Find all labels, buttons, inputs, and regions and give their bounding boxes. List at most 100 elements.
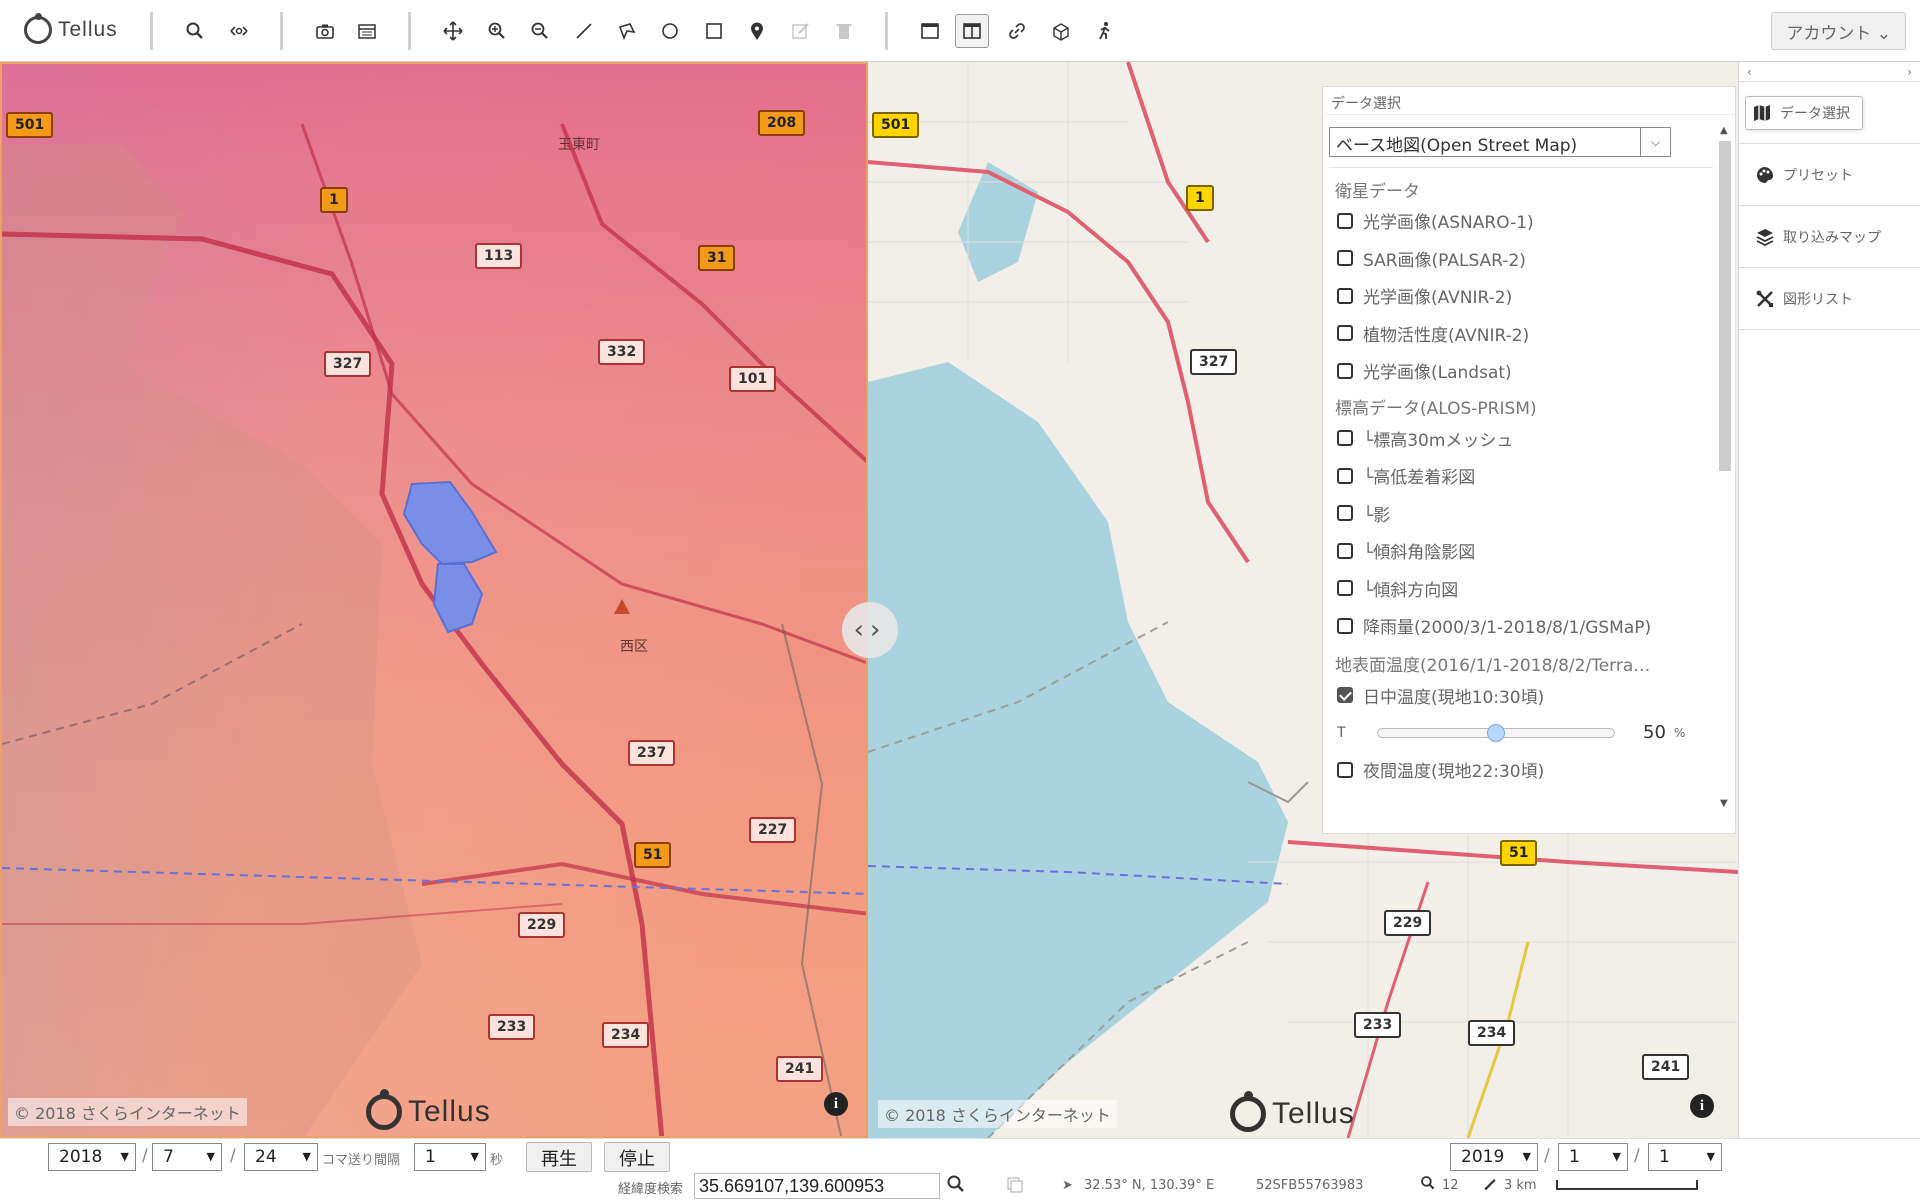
slider-knob[interactable] [1487, 723, 1505, 742]
right-year-select[interactable]: 2019 [1450, 1143, 1538, 1171]
draw-line-icon[interactable] [567, 14, 601, 48]
route-shield: 234 [602, 1022, 650, 1048]
opacity-unit: % [1673, 725, 1686, 740]
interval-select[interactable]: 1 [414, 1143, 486, 1171]
layer-checkbox-row[interactable]: 降雨量(2000/3/1-2018/8/1/GSMaP) [1329, 607, 1713, 645]
layer-label: 光学画像(Landsat) [1363, 363, 1512, 384]
street-view-icon[interactable] [1088, 14, 1122, 48]
checkbox[interactable] [1337, 505, 1353, 522]
layer-checkbox-row[interactable]: └傾斜方向図 [1329, 570, 1713, 608]
draw-polygon-icon[interactable] [610, 14, 644, 48]
left-map-canvas[interactable] [2, 64, 868, 1138]
right-month-select[interactable]: 1 [1558, 1143, 1628, 1171]
chevron-left-icon[interactable]: ‹ [1747, 65, 1752, 79]
split-view-icon[interactable] [955, 14, 989, 48]
sidebar-item-imported-maps[interactable]: 取り込みマップ [1739, 206, 1920, 268]
layer-label: 日中温度(現地10:30頃) [1363, 687, 1545, 708]
play-button[interactable]: 再生 [526, 1142, 592, 1172]
interval-unit: 秒 [490, 1153, 504, 1168]
route-shield: 241 [1642, 1054, 1690, 1080]
layer-checkbox-row[interactable]: SAR画像(PALSAR-2) [1329, 240, 1713, 278]
status-bar: 経緯度検索 ➤ 32.53° N, 130.39° E 52SFB5576398… [0, 1172, 1920, 1200]
tellus-logo[interactable]: Tellus [24, 13, 118, 46]
layer-label: └傾斜方向図 [1363, 580, 1459, 601]
panel-scrollbar[interactable]: ▲ ▼ [1717, 125, 1733, 809]
copy-icon[interactable] [1006, 1176, 1024, 1198]
left-year-select[interactable]: 2018 [48, 1143, 136, 1171]
layer-checkbox-row[interactable]: └傾斜角陰影図 [1329, 532, 1713, 570]
checkbox-checked[interactable] [1337, 687, 1353, 704]
right-day-select[interactable]: 1 [1648, 1143, 1722, 1171]
watermark-text: Tellus [408, 1095, 491, 1128]
info-icon[interactable]: i [1690, 1094, 1714, 1118]
layer-checkbox-row[interactable]: └高低差着彩図 [1329, 457, 1713, 495]
sidebar-item-shape-list[interactable]: 図形リスト [1739, 268, 1920, 330]
place-label: 玉東町 [558, 137, 600, 153]
checkbox[interactable] [1337, 250, 1353, 267]
checkbox[interactable] [1337, 325, 1353, 342]
account-button[interactable]: アカウント ⌄ [1771, 12, 1906, 50]
left-month-select[interactable]: 7 [152, 1143, 222, 1171]
checkbox[interactable] [1337, 580, 1353, 597]
layer-checkbox-row[interactable]: 光学画像(ASNARO-1) [1329, 202, 1713, 240]
layer-label: 植物活性度(AVNIR-2) [1363, 325, 1530, 346]
coord-search-input[interactable] [694, 1173, 940, 1199]
sidebar-item-data-select[interactable]: データ選択 [1739, 82, 1920, 144]
opacity-slider[interactable] [1377, 723, 1615, 742]
checkbox[interactable] [1337, 287, 1353, 304]
stop-button[interactable]: 停止 [604, 1142, 670, 1172]
scroll-thumb[interactable] [1719, 141, 1731, 471]
split-divider-handle[interactable]: ‹› [842, 602, 898, 658]
draw-rectangle-icon[interactable] [697, 14, 731, 48]
trash-icon[interactable] [827, 14, 861, 48]
checkbox[interactable] [1337, 362, 1353, 379]
route-shield: 31 [698, 245, 736, 271]
3d-view-icon[interactable] [1044, 14, 1078, 48]
layer-checkbox-row[interactable]: 夜間温度(現地22:30頃) [1329, 751, 1713, 789]
link-icon[interactable] [1000, 14, 1034, 48]
left-day-select[interactable]: 24 [244, 1143, 318, 1171]
checkbox[interactable] [1337, 467, 1353, 484]
route-shield: 208 [758, 110, 806, 136]
marker-pin-icon[interactable] [740, 14, 774, 48]
checkbox[interactable] [1337, 212, 1353, 229]
category-satellite: 衛星データ [1335, 182, 1420, 202]
checkbox[interactable] [1337, 430, 1353, 447]
info-icon[interactable]: i [824, 1092, 848, 1116]
zoom-icon [1420, 1175, 1436, 1195]
swap-view-icon[interactable] [222, 14, 256, 48]
route-shield: 113 [475, 243, 523, 269]
layer-checkbox-row[interactable]: 植物活性度(AVNIR-2) [1329, 315, 1713, 353]
draw-circle-icon[interactable] [653, 14, 687, 48]
zoom-level: 12 [1442, 1178, 1459, 1193]
layer-checkbox-row[interactable]: 日中温度(現地10:30頃) [1329, 677, 1713, 715]
checkbox[interactable] [1337, 761, 1353, 778]
mgrs-code: 52SFB55763983 [1256, 1178, 1364, 1193]
left-map-panel[interactable]: 501 208 1 113 31 327 332 101 237 227 51 … [0, 62, 868, 1138]
route-shield: 327 [324, 351, 372, 377]
single-view-icon[interactable] [913, 14, 947, 48]
zoom-out-icon[interactable] [523, 14, 557, 48]
layer-checkbox-row[interactable]: 光学画像(AVNIR-2) [1329, 277, 1713, 315]
pan-move-icon[interactable] [436, 14, 470, 48]
scroll-up-icon[interactable]: ▲ [1720, 125, 1728, 136]
search-icon[interactable] [946, 1174, 966, 1198]
camera-icon[interactable] [308, 14, 342, 48]
calendar-icon[interactable] [350, 14, 384, 48]
zoom-in-icon[interactable] [480, 14, 514, 48]
layer-checkbox-row[interactable]: └標高30mメッシュ [1329, 420, 1713, 458]
sidebar-collapse-bar[interactable]: ‹ › [1739, 62, 1920, 82]
edit-shape-icon[interactable] [784, 14, 818, 48]
scroll-down-icon[interactable]: ▼ [1720, 798, 1728, 809]
palette-icon [1757, 166, 1774, 183]
time-control-bar: 2018 / 7 / 24 コマ送り間隔 1 秒 再生 停止 2019 / 1 … [0, 1138, 1920, 1172]
chevron-right-icon[interactable]: › [1907, 65, 1912, 79]
base-map-select[interactable]: ベース地図(Open Street Map) ⌵ [1329, 127, 1671, 157]
checkbox[interactable] [1337, 617, 1353, 634]
sidebar-item-preset[interactable]: プリセット [1739, 144, 1920, 206]
checkbox[interactable] [1337, 542, 1353, 559]
search-icon[interactable] [178, 14, 212, 48]
layer-checkbox-row[interactable]: 光学画像(Landsat) [1329, 352, 1713, 390]
layer-checkbox-row[interactable]: └影 [1329, 495, 1713, 533]
chevron-down-icon[interactable]: ⌵ [1640, 128, 1670, 156]
